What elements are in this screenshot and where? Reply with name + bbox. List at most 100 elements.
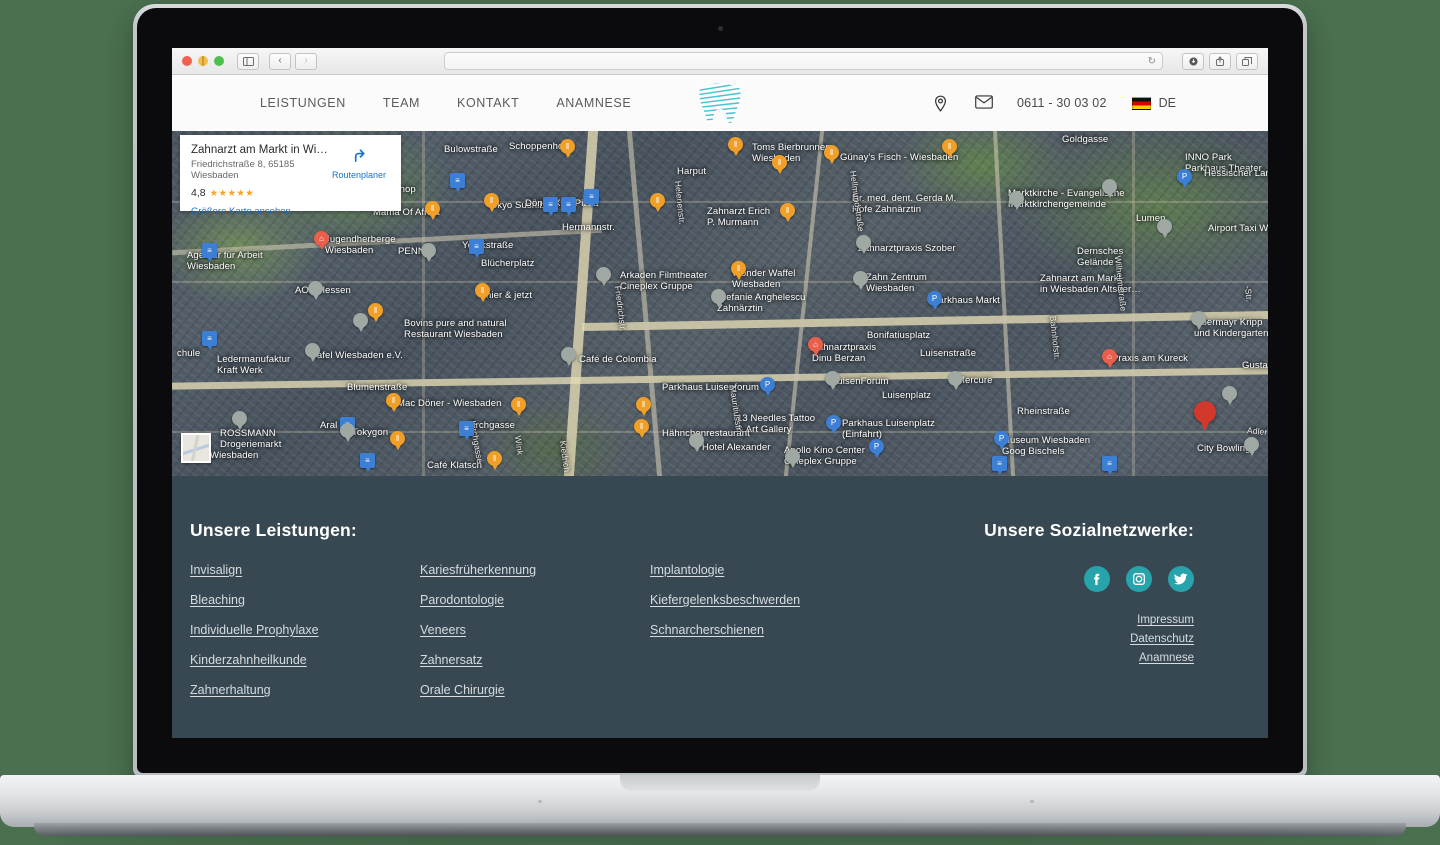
map-poi-marker[interactable]: ‖	[386, 393, 401, 413]
legal-link-anamnese[interactable]: Anamnese	[1139, 652, 1194, 664]
address-bar[interactable]: ↻	[444, 52, 1163, 70]
map-poi-marker[interactable]	[1222, 386, 1237, 406]
map-poi-marker[interactable]: ‖	[728, 137, 743, 157]
map-poi-marker[interactable]: P	[826, 415, 841, 435]
map-poi-marker[interactable]: ‖	[560, 139, 575, 159]
map-poi-marker[interactable]: ‖	[475, 283, 490, 303]
map-poi-marker[interactable]: ≡	[450, 173, 465, 193]
nav-item-anamnese[interactable]: ANAMNESE	[556, 96, 631, 110]
tooth-logo[interactable]	[696, 80, 744, 126]
map-poi-marker[interactable]	[305, 343, 320, 363]
map-poi-marker[interactable]: ≡	[1102, 456, 1117, 476]
map-poi-marker[interactable]: ≡	[459, 421, 474, 441]
map-poi-marker[interactable]: ‖	[772, 155, 787, 175]
footer-service-link[interactable]: Implantologie	[650, 563, 880, 577]
map-poi-marker[interactable]	[1157, 219, 1172, 239]
map-poi-marker[interactable]	[853, 271, 868, 291]
larger-map-link[interactable]: Größere Karte ansehen	[191, 206, 390, 217]
map-poi-marker[interactable]: P	[869, 439, 884, 459]
location-pin-icon[interactable]	[933, 95, 950, 112]
footer-service-link[interactable]: Kiefergelenksbeschwerden	[650, 593, 880, 607]
map-poi-marker[interactable]	[948, 371, 963, 391]
map-poi-marker[interactable]: ‖	[425, 201, 440, 221]
map-poi-marker[interactable]: ≡	[202, 243, 217, 263]
map-poi-marker[interactable]: P	[1177, 169, 1192, 189]
tabs-icon[interactable]	[1236, 52, 1258, 70]
map-poi-marker[interactable]: ≡	[360, 453, 375, 473]
map-poi-marker[interactable]	[856, 235, 871, 255]
map-poi-marker[interactable]: ‖	[780, 203, 795, 223]
footer-service-link[interactable]: Individuelle Prophylaxe	[190, 623, 420, 637]
facebook-icon[interactable]	[1084, 566, 1110, 592]
map-poi-marker[interactable]	[1009, 191, 1024, 211]
footer-service-link[interactable]: Schnarcherschienen	[650, 623, 880, 637]
map-poi-marker[interactable]: P	[927, 291, 942, 311]
map-poi-marker[interactable]	[1244, 437, 1259, 457]
map-poi-marker[interactable]: ‖	[731, 261, 746, 281]
footer-service-link[interactable]: Kinderzahnheilkunde	[190, 653, 420, 667]
reload-icon[interactable]: ↻	[1148, 56, 1156, 67]
map-poi-marker[interactable]	[308, 281, 323, 301]
google-map-embed[interactable]: Goldgasse INNO Park Parkhaus Theater Schopp…	[172, 131, 1268, 476]
twitter-icon[interactable]	[1168, 566, 1194, 592]
map-poi-marker[interactable]: P	[994, 431, 1009, 451]
map-poi-marker[interactable]	[825, 371, 840, 391]
map-poi-marker[interactable]: ‖	[487, 451, 502, 471]
close-window-button[interactable]	[182, 56, 192, 66]
map-poi-marker[interactable]: ‖	[824, 145, 839, 165]
map-poi-marker[interactable]	[785, 449, 800, 469]
map-poi-marker[interactable]: ≡	[561, 197, 576, 217]
nav-item-team[interactable]: TEAM	[383, 96, 420, 110]
map-poi-marker[interactable]	[1191, 311, 1206, 331]
map-poi-marker[interactable]: ‖	[650, 193, 665, 213]
minimize-window-button[interactable]	[198, 56, 208, 66]
forward-button[interactable]: ›	[295, 52, 317, 70]
map-poi-marker[interactable]: ‖	[484, 193, 499, 213]
nav-item-leistungen[interactable]: LEISTUNGEN	[260, 96, 346, 110]
map-poi-marker[interactable]: ‖	[942, 139, 957, 159]
map-poi-marker[interactable]	[340, 423, 355, 443]
map-poi-marker[interactable]: ⌂	[808, 337, 823, 357]
route-planner-button[interactable]: Routenplaner	[328, 145, 390, 181]
footer-service-link[interactable]: Orale Chirurgie	[420, 683, 650, 697]
footer-service-link[interactable]: Zahnersatz	[420, 653, 650, 667]
map-poi-marker[interactable]: ‖	[511, 397, 526, 417]
map-poi-marker[interactable]: ≡	[584, 189, 599, 209]
footer-service-link[interactable]: Bleaching	[190, 593, 420, 607]
footer-service-link[interactable]: Zahnerhaltung	[190, 683, 420, 697]
sidebar-toggle-icon[interactable]	[237, 52, 259, 70]
share-icon[interactable]	[1209, 52, 1231, 70]
map-poi-marker[interactable]: ⌂	[314, 231, 329, 251]
nav-item-kontakt[interactable]: KONTAKT	[457, 96, 519, 110]
map-poi-marker[interactable]: ‖	[634, 419, 649, 439]
legal-link-impressum[interactable]: Impressum	[1137, 614, 1194, 626]
map-poi-marker[interactable]: ≡	[992, 456, 1007, 476]
header-phone-number[interactable]: 0611 - 30 03 02	[1017, 96, 1107, 110]
language-switcher[interactable]: DE	[1131, 96, 1176, 110]
primary-location-marker[interactable]	[1194, 401, 1216, 432]
legal-link-datenschutz[interactable]: Datenschutz	[1130, 633, 1194, 645]
map-poi-marker[interactable]: ‖	[368, 303, 383, 323]
map-layer-thumbnail-toggle[interactable]	[181, 433, 211, 463]
footer-service-link[interactable]: Kariesfrüherkennung	[420, 563, 650, 577]
map-poi-marker[interactable]: ⌂	[1102, 349, 1117, 369]
map-poi-marker[interactable]	[421, 243, 436, 263]
map-poi-marker[interactable]	[596, 267, 611, 287]
map-poi-marker[interactable]	[1102, 179, 1117, 199]
map-poi-marker[interactable]: ‖	[390, 431, 405, 451]
map-poi-marker[interactable]	[689, 433, 704, 453]
map-poi-marker[interactable]	[353, 313, 368, 333]
map-poi-marker[interactable]: ‖	[636, 397, 651, 417]
map-poi-marker[interactable]: ≡	[469, 239, 484, 259]
map-poi-marker[interactable]	[232, 411, 247, 431]
footer-service-link[interactable]: Parodontologie	[420, 593, 650, 607]
map-poi-marker[interactable]	[561, 347, 576, 367]
footer-service-link[interactable]: Veneers	[420, 623, 650, 637]
map-poi-marker[interactable]: P	[760, 377, 775, 397]
maximize-window-button[interactable]	[214, 56, 224, 66]
footer-service-link[interactable]: Invisalign	[190, 563, 420, 577]
back-button[interactable]: ‹	[269, 52, 291, 70]
download-icon[interactable]	[1182, 52, 1204, 70]
map-poi-marker[interactable]	[711, 289, 726, 309]
envelope-icon[interactable]	[975, 94, 993, 112]
